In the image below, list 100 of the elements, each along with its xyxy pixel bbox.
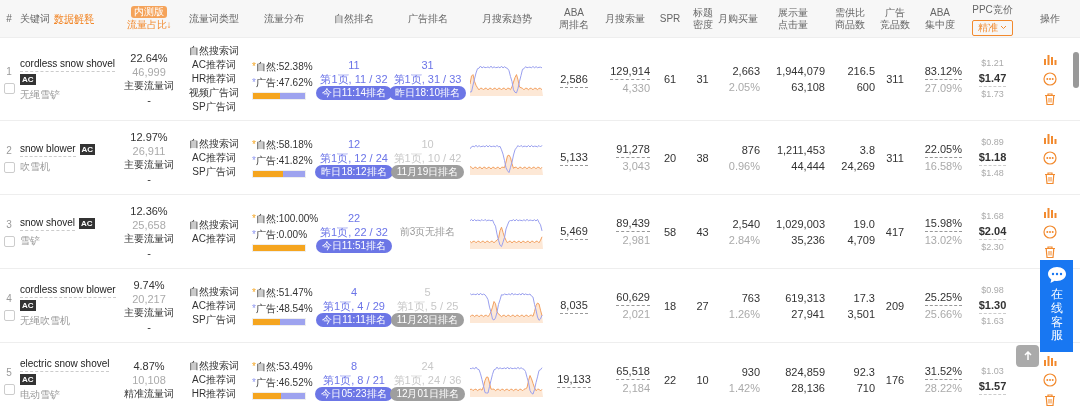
asterisk-mark: * — [252, 59, 256, 74]
purchase-rate: 1.42% — [728, 380, 760, 396]
ad-competitor-count: 176 — [885, 372, 905, 388]
chart-button[interactable] — [1043, 52, 1057, 66]
more-button[interactable] — [1043, 224, 1057, 239]
search-volume-secondary: 4,330 — [622, 80, 650, 96]
spr-value: 20 — [663, 150, 677, 166]
traffic-tag: 主要流量词 — [124, 231, 174, 246]
distribution-value: 48.54% — [278, 302, 313, 316]
search-volume: 91,278 — [616, 141, 650, 158]
asterisk-mark: * — [252, 138, 256, 152]
delete-button[interactable] — [1043, 170, 1057, 185]
distribution-value: 41.82% — [278, 154, 313, 168]
rank-number: 22 — [347, 210, 361, 225]
search-volume: 60,629 — [616, 289, 650, 306]
row-checkbox[interactable] — [3, 161, 15, 173]
keyword-type: 自然搜索词 — [189, 217, 239, 232]
keyword-type: AC推荐词 — [192, 58, 236, 72]
ac-badge: AC — [20, 300, 36, 311]
column-header: 广告排名 — [407, 12, 448, 25]
column-header: 自然排名 — [334, 12, 374, 25]
scrollbar-thumb[interactable] — [1073, 52, 1079, 88]
spr-value: 22 — [663, 372, 677, 388]
distribution-label: 自然: — [255, 286, 279, 300]
row-checkbox[interactable] — [3, 83, 15, 94]
purchase-volume: 876 — [741, 142, 760, 158]
spr-value: 18 — [663, 298, 677, 314]
trash-icon — [1043, 92, 1057, 106]
more-button[interactable] — [1043, 150, 1057, 165]
asterisk-mark: * — [252, 212, 256, 226]
more-button[interactable] — [1043, 372, 1057, 387]
rank-page: 第1页, 11 / 32 — [320, 72, 388, 86]
aba-rank: 8,035 — [560, 297, 588, 314]
demand-supply-ratio: 92.3 — [853, 364, 875, 380]
keyword-translation: 无绳雪铲 — [20, 87, 60, 102]
aba-concentration: 22.05% — [924, 141, 962, 158]
clicks: 63,108 — [791, 80, 825, 95]
row-number: 5 — [6, 365, 12, 380]
delete-button[interactable] — [1043, 392, 1057, 407]
ppc-bid: $1.18 — [978, 149, 1007, 166]
purchase-rate: 2.05% — [728, 80, 760, 95]
column-header: ABA — [564, 6, 584, 19]
delete-button[interactable] — [1043, 92, 1057, 106]
distribution-value: 52.38% — [278, 59, 313, 74]
clicks: 35,236 — [791, 232, 825, 248]
row-checkbox[interactable] — [3, 235, 15, 247]
no-rank-text: 前3页无排名 — [399, 224, 456, 239]
row-checkbox[interactable] — [3, 309, 15, 321]
aba-rank: 19,133 — [557, 371, 591, 388]
column-header: 标题 — [692, 6, 713, 19]
distribution-value: 58.18% — [278, 138, 313, 152]
more-button[interactable] — [1043, 72, 1057, 86]
column-header: 商品数 — [835, 18, 865, 31]
keyword-link[interactable]: cordless snow shovel — [20, 56, 116, 72]
search-volume-secondary: 2,021 — [622, 307, 650, 322]
more-options-icon — [1043, 150, 1057, 165]
more-options-icon — [1043, 224, 1057, 239]
impressions: 619,313 — [785, 290, 825, 306]
keyword-link[interactable]: cordless snow blower — [20, 283, 116, 298]
keyword-link[interactable]: snow blower — [20, 141, 76, 157]
spr-value: 61 — [663, 72, 677, 87]
online-support-button[interactable]: 在线客服 — [1040, 260, 1073, 352]
ppc-bid: $0.89 — [981, 135, 1004, 149]
asterisk-mark: * — [252, 75, 256, 90]
purchase-rate: 2.84% — [728, 232, 760, 248]
column-header: # — [6, 12, 12, 25]
rank-page: 第1页, 4 / 29 — [323, 298, 385, 313]
traffic-note: - — [147, 319, 151, 334]
distribution-label: 自然: — [255, 59, 279, 74]
keyword-type: AC推荐词 — [192, 298, 236, 313]
keyword-link[interactable]: electric snow shovel — [20, 357, 110, 372]
column-header: 展示量 — [777, 6, 808, 19]
title-density: 43 — [696, 224, 709, 240]
back-to-top-button[interactable] — [1016, 345, 1039, 367]
asterisk-mark: * — [252, 286, 256, 300]
rank-time-badge: 昨日18:12排名 — [315, 164, 393, 179]
bar-chart-icon — [1043, 52, 1057, 66]
row-number: 3 — [6, 217, 12, 232]
column-header: 密度 — [692, 18, 713, 31]
traffic-tag: 主要流量词 — [124, 79, 174, 93]
distribution-label: 自然: — [255, 360, 279, 374]
traffic-distribution-bar — [252, 392, 306, 400]
impressions: 1,211,453 — [776, 142, 825, 158]
demand-supply-ratio: 216.5 — [847, 64, 875, 79]
keyword-type: SP广告词 — [192, 312, 236, 327]
keyword-link[interactable]: snow shovel — [20, 215, 76, 231]
row-checkbox[interactable] — [3, 383, 15, 395]
row-number: 4 — [6, 291, 12, 306]
ppc-bid: $1.30 — [978, 297, 1007, 314]
aba-rank: 5,469 — [560, 223, 588, 240]
aba-concentration-secondary: 13.02% — [924, 233, 962, 248]
asterisk-mark: * — [252, 228, 256, 242]
ac-badge: AC — [79, 143, 96, 155]
delete-button[interactable] — [1043, 244, 1057, 259]
impressions: 1,029,003 — [776, 216, 825, 232]
column-header: 点击量 — [777, 18, 808, 31]
impressions: 1,944,079 — [776, 64, 825, 79]
ppc-bid: $1.48 — [981, 166, 1004, 180]
keyword-translation: 吹雪机 — [20, 159, 50, 174]
rank-time-badge: 昨日18:10排名 — [389, 86, 466, 100]
